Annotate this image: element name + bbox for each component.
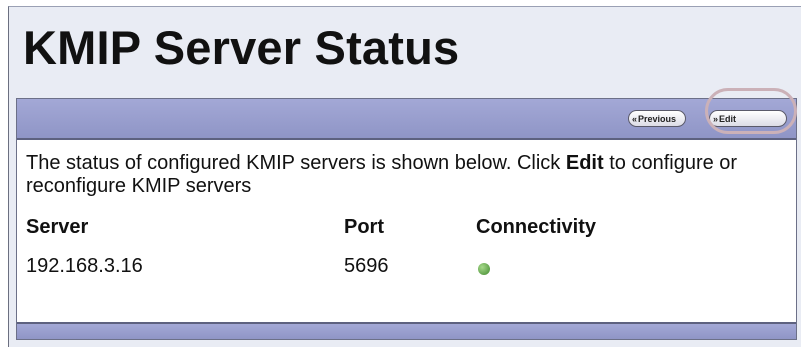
green-status-dot-icon — [478, 263, 490, 275]
kmip-status-panel: «Previous »Edit — [16, 98, 797, 340]
previous-button[interactable]: «Previous — [628, 110, 686, 127]
double-chevron-right-icon: » — [713, 114, 719, 124]
column-header-port: Port — [344, 216, 384, 238]
edit-button[interactable]: »Edit — [709, 110, 787, 127]
page-title: KMIP Server Status — [23, 21, 460, 74]
panel-footer-bar — [17, 322, 796, 339]
previous-button-label: Previous — [638, 114, 677, 124]
double-chevron-left-icon: « — [632, 114, 638, 124]
description-text-before: The status of configured KMIP servers is… — [26, 152, 566, 174]
server-port-cell: 5696 — [344, 255, 389, 277]
page: KMIP Server Status «Previous »Edit The s… — [0, 0, 801, 347]
column-header-server: Server — [26, 216, 89, 238]
status-description: The status of configured KMIP servers is… — [26, 152, 746, 198]
server-address-cell: 192.168.3.16 — [26, 255, 143, 277]
description-edit-emphasis: Edit — [565, 152, 604, 174]
edit-button-label: Edit — [719, 114, 737, 124]
column-header-connectivity: Connectivity — [476, 216, 597, 238]
panel-header-bar: «Previous »Edit — [17, 99, 796, 140]
